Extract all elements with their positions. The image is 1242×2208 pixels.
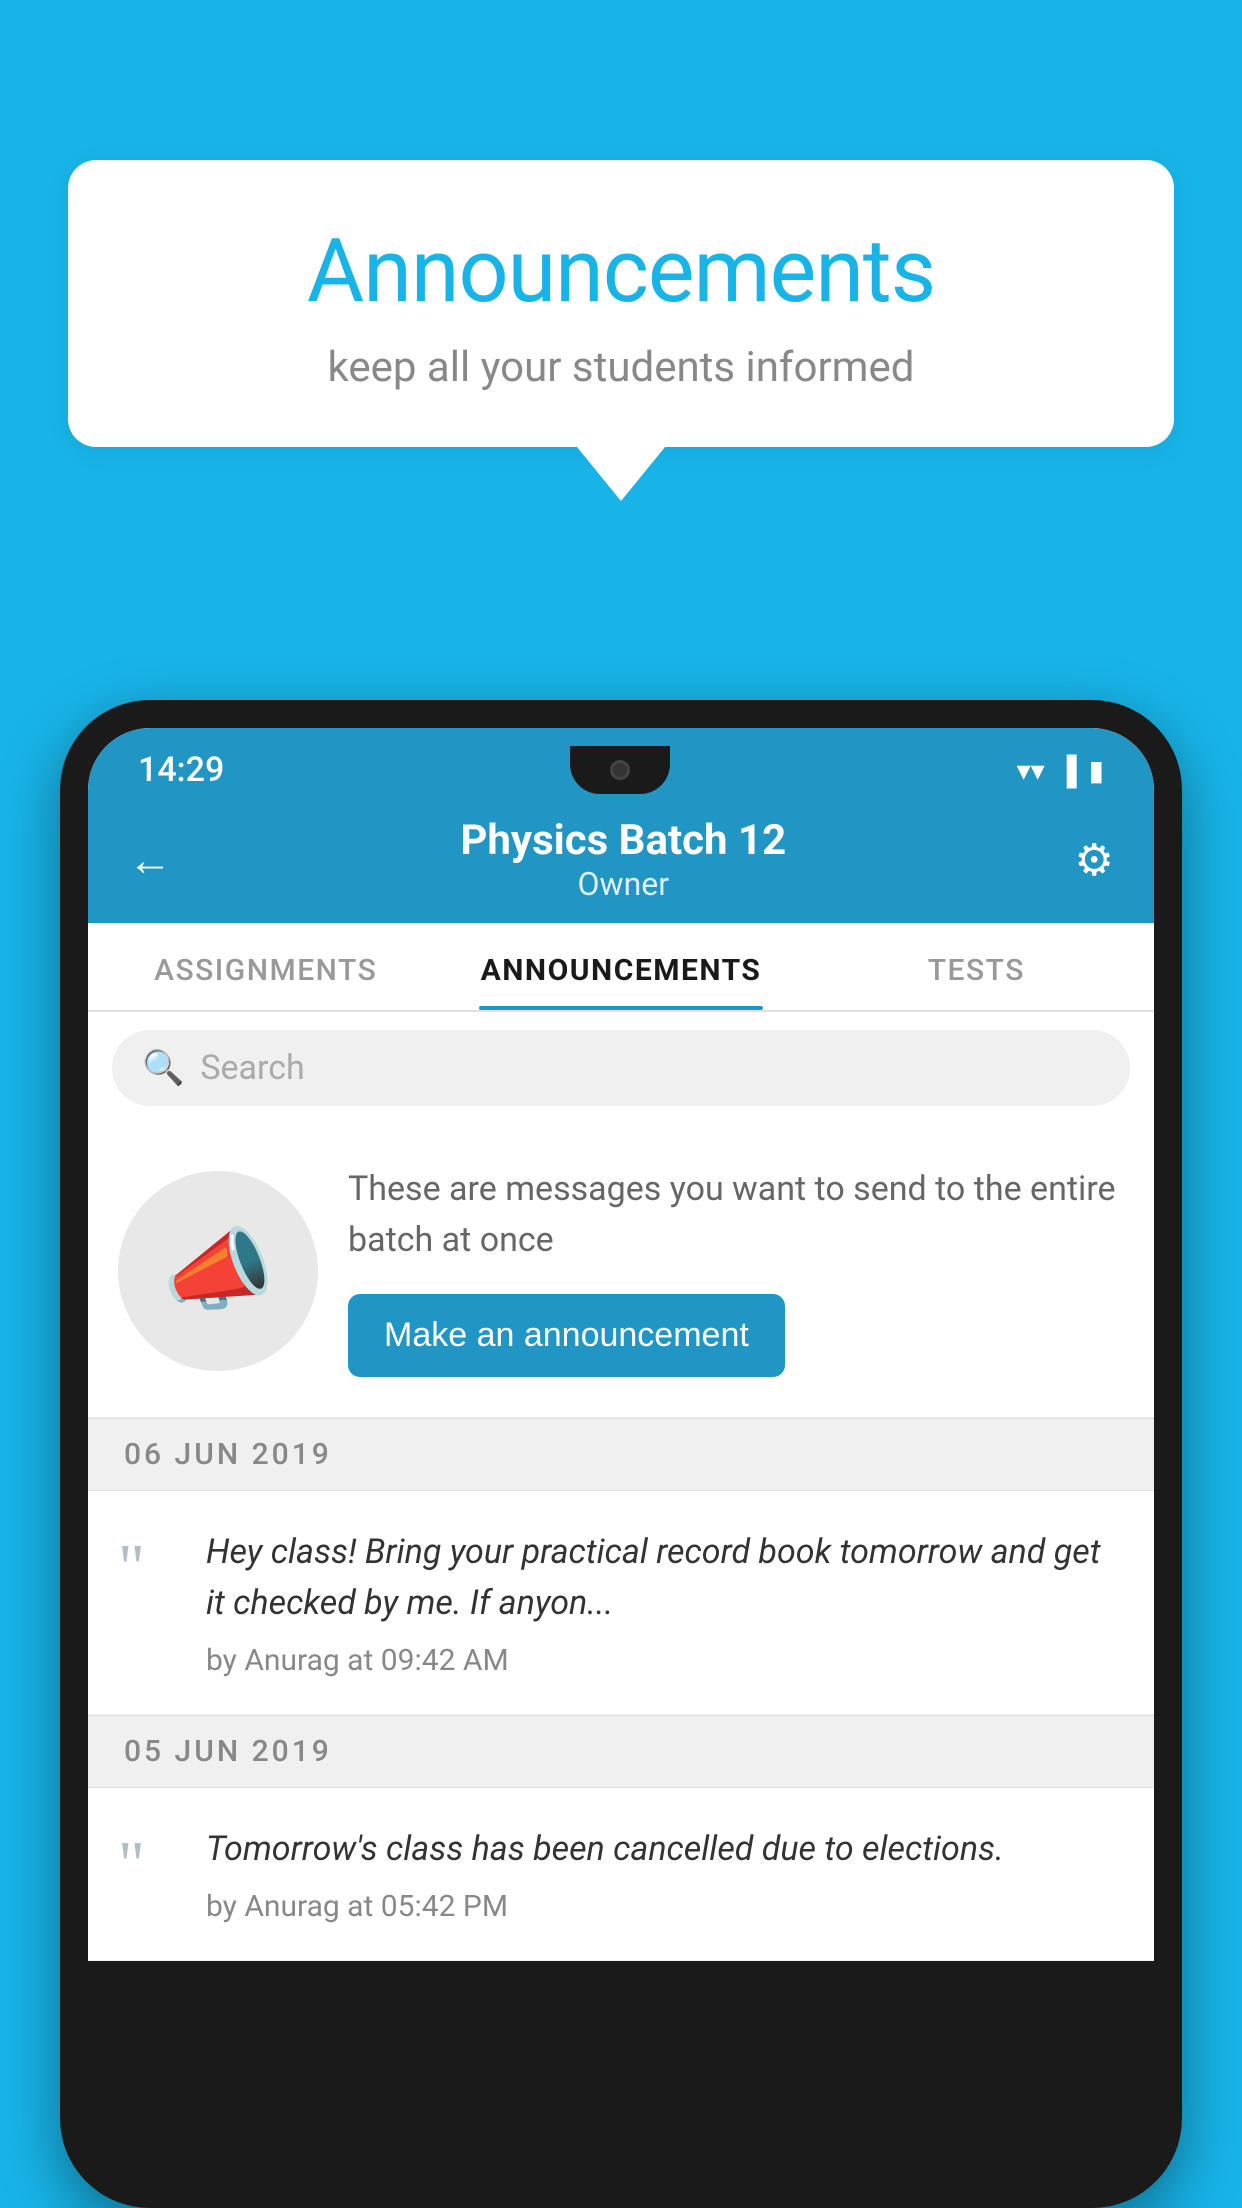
message-text-1: Hey class! Bring your practical record b… xyxy=(206,1527,1124,1629)
announcement-prompt-section: 📣 These are messages you want to send to… xyxy=(88,1124,1154,1418)
bubble-subtitle: keep all your students informed xyxy=(148,343,1094,392)
settings-gear-icon[interactable]: ⚙ xyxy=(1075,834,1114,886)
phone-screen: 🔍 Search 📣 These are messages you want t… xyxy=(88,1012,1154,1961)
status-icons: ▾▾ ▐ ▮ xyxy=(1017,754,1104,787)
bubble-title: Announcements xyxy=(148,220,1094,323)
announcement-right-content: These are messages you want to send to t… xyxy=(348,1164,1124,1377)
message-content-1: Hey class! Bring your practical record b… xyxy=(206,1527,1124,1678)
speech-bubble-card: Announcements keep all your students inf… xyxy=(68,160,1174,447)
search-icon: 🔍 xyxy=(142,1048,184,1088)
message-item-2[interactable]: " Tomorrow's class has been cancelled du… xyxy=(88,1788,1154,1961)
search-placeholder-text: Search xyxy=(200,1048,304,1088)
header-batch-title: Physics Batch 12 xyxy=(460,816,786,865)
message-item-1[interactable]: " Hey class! Bring your practical record… xyxy=(88,1491,1154,1715)
message-text-2: Tomorrow's class has been cancelled due … xyxy=(206,1824,1124,1875)
bubble-arrow xyxy=(577,447,665,501)
search-bar[interactable]: 🔍 Search xyxy=(112,1030,1130,1106)
signal-icon: ▐ xyxy=(1057,754,1077,787)
search-bar-container: 🔍 Search xyxy=(88,1012,1154,1124)
message-author-1: by Anurag at 09:42 AM xyxy=(206,1643,1124,1678)
wifi-icon: ▾▾ xyxy=(1017,754,1045,787)
tab-announcements[interactable]: ANNOUNCEMENTS xyxy=(443,923,798,1010)
header-title-block: Physics Batch 12 Owner xyxy=(460,816,786,903)
tab-assignments[interactable]: ASSIGNMENTS xyxy=(88,923,443,1010)
tabs-bar: ASSIGNMENTS ANNOUNCEMENTS TESTS xyxy=(88,923,1154,1012)
date-separator-2: 05 JUN 2019 xyxy=(88,1715,1154,1788)
quote-icon-1: " xyxy=(118,1535,178,1601)
status-time: 14:29 xyxy=(138,750,224,790)
status-bar: 14:29 ▾▾ ▐ ▮ xyxy=(88,728,1154,794)
header-role-subtitle: Owner xyxy=(460,865,786,903)
speech-bubble-section: Announcements keep all your students inf… xyxy=(68,160,1174,501)
phone-inner: 14:29 ▾▾ ▐ ▮ ← Physics Batch 12 Owner ⚙ xyxy=(88,728,1154,1961)
megaphone-icon: 📣 xyxy=(162,1218,274,1323)
message-author-2: by Anurag at 05:42 PM xyxy=(206,1889,1124,1924)
tab-tests[interactable]: TESTS xyxy=(799,923,1154,1010)
phone-notch xyxy=(570,746,670,794)
battery-icon: ▮ xyxy=(1089,754,1104,787)
announcement-description: These are messages you want to send to t… xyxy=(348,1164,1124,1266)
front-camera xyxy=(610,760,630,780)
phone-outer-shell: 14:29 ▾▾ ▐ ▮ ← Physics Batch 12 Owner ⚙ xyxy=(60,700,1182,2208)
make-announcement-button[interactable]: Make an announcement xyxy=(348,1294,785,1377)
date-separator-1: 06 JUN 2019 xyxy=(88,1418,1154,1491)
quote-icon-2: " xyxy=(118,1832,178,1898)
phone-mockup: 14:29 ▾▾ ▐ ▮ ← Physics Batch 12 Owner ⚙ xyxy=(60,700,1182,2208)
message-content-2: Tomorrow's class has been cancelled due … xyxy=(206,1824,1124,1924)
app-header: ← Physics Batch 12 Owner ⚙ xyxy=(88,794,1154,923)
back-button[interactable]: ← xyxy=(128,834,172,886)
announcement-icon-circle: 📣 xyxy=(118,1171,318,1371)
